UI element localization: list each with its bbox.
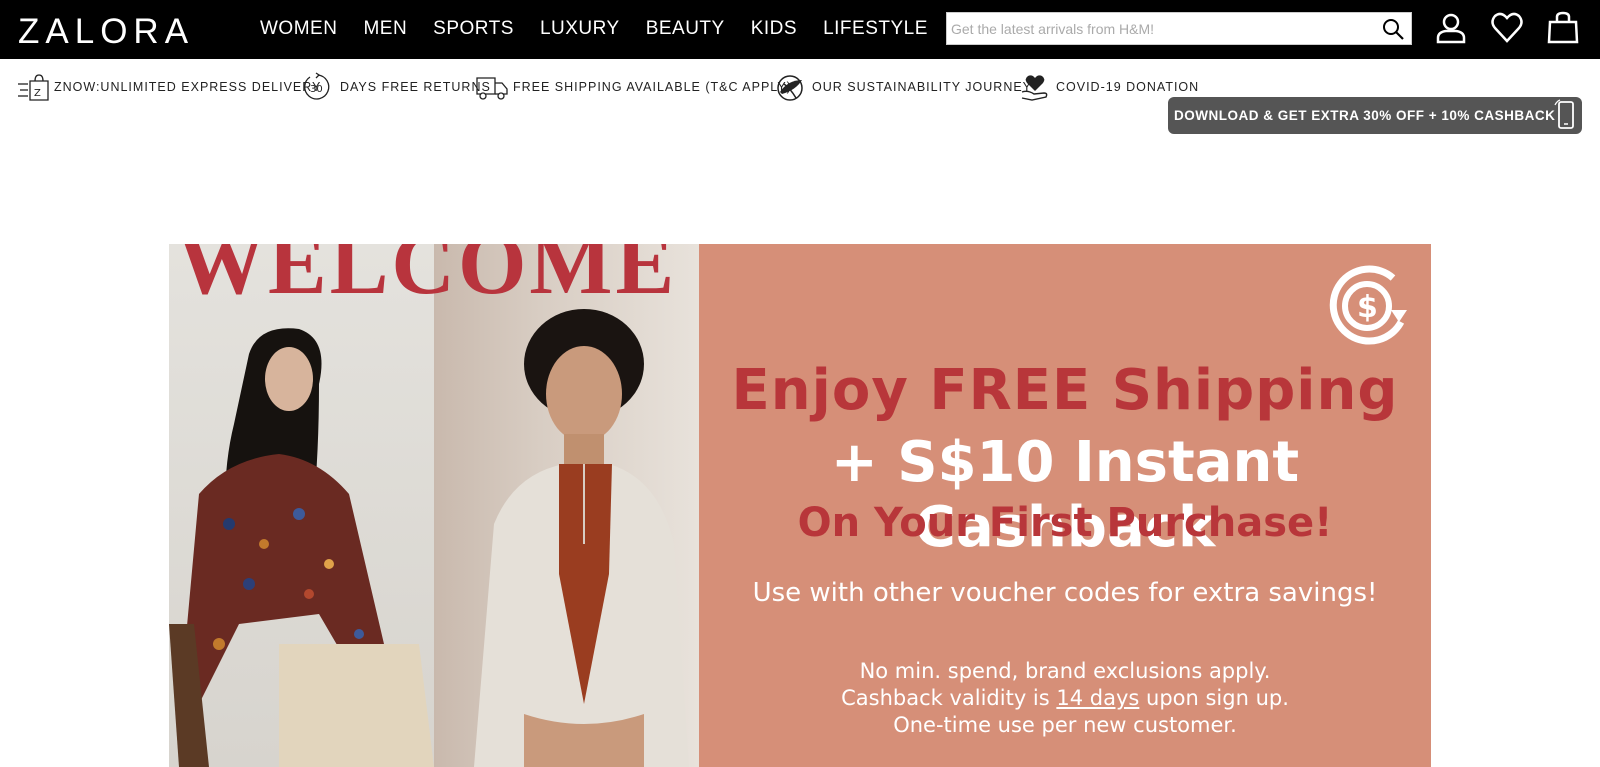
svg-text:30: 30 — [310, 84, 323, 95]
usp-label: DAYS FREE RETURNS — [340, 80, 491, 94]
zalora-logo[interactable]: ZALORA — [18, 12, 194, 52]
usp-label: FREE SHIPPING AVAILABLE (T&C APPLY) — [513, 80, 792, 94]
usp-sustainability[interactable]: OUR SUSTAINABILITY JOURNEY — [774, 70, 1032, 104]
nav-lifestyle[interactable]: LIFESTYLE — [823, 18, 928, 40]
fine-print-text: Cashback validity is — [841, 686, 1057, 710]
usp-free-returns[interactable]: 30 DAYS FREE RETURNS — [302, 70, 491, 104]
shopping-bag-icon[interactable] — [1546, 11, 1580, 45]
nav-beauty[interactable]: BEAUTY — [646, 18, 725, 40]
fine-print-text: upon sign up. — [1139, 686, 1289, 710]
model-man-photo — [434, 244, 699, 767]
usp-express-delivery[interactable]: Z ZNOW:UNLIMITED EXPRESS DELIVERY — [16, 70, 321, 104]
top-header: ZALORA WOMEN MEN SPORTS LUXURY BEAUTY KI… — [0, 0, 1600, 59]
nav-luxury[interactable]: LUXURY — [540, 18, 620, 40]
svg-text:Z: Z — [34, 88, 41, 99]
usp-free-shipping[interactable]: FREE SHIPPING AVAILABLE (T&C APPLY) — [475, 70, 792, 104]
wishlist-heart-icon[interactable] — [1490, 11, 1524, 45]
promo-fine-print: No min. spend, brand exclusions apply. C… — [699, 658, 1431, 739]
woman-illustration — [169, 328, 434, 767]
promo-line-voucher: Use with other voucher codes for extra s… — [752, 578, 1378, 608]
express-bag-icon: Z — [18, 74, 49, 101]
man-illustration — [474, 309, 689, 767]
delivery-truck-icon — [476, 77, 508, 100]
promo-panel: $ Enjoy FREE Shipping + S$10 Instant Cas… — [699, 244, 1431, 767]
hero-banner[interactable]: WELCOME $ Enjoy FREE Shipping + S$10 Ins… — [169, 244, 1431, 767]
app-banner-text: DOWNLOAD & GET EXTRA 30% OFF + 10% CASHB… — [1174, 108, 1556, 123]
nav-sports[interactable]: SPORTS — [433, 18, 514, 40]
thirty-days-icon: 30 — [304, 72, 330, 100]
fine-print-line: One-time use per new customer. — [893, 713, 1237, 737]
welcome-heading: WELCOME — [177, 244, 678, 313]
nav-men[interactable]: MEN — [363, 18, 407, 40]
account-icon[interactable] — [1434, 11, 1468, 45]
model-woman-photo — [169, 244, 434, 767]
nav-women[interactable]: WOMEN — [260, 18, 337, 40]
heart-hand-icon — [1021, 75, 1048, 101]
nav-kids[interactable]: KIDS — [751, 18, 797, 40]
fine-print-line: No min. spend, brand exclusions apply. — [859, 659, 1271, 683]
app-download-banner[interactable]: DOWNLOAD & GET EXTRA 30% OFF + 10% CASHB… — [1168, 97, 1582, 134]
globe-leaf-icon — [777, 75, 803, 101]
usp-label: OUR SUSTAINABILITY JOURNEY — [812, 80, 1033, 94]
cashback-coin-icon: $ — [1329, 265, 1407, 345]
search-box — [946, 12, 1412, 45]
svg-text:$: $ — [1357, 290, 1378, 325]
fine-print-line: Cashback validity is 14 days upon sign u… — [699, 685, 1431, 712]
promo-line-free-shipping: Enjoy FREE Shipping — [731, 358, 1399, 423]
usp-label: COVID-19 DONATION — [1056, 80, 1200, 94]
cashback-validity-link[interactable]: 14 days — [1056, 686, 1139, 710]
mobile-phone-icon — [1554, 99, 1574, 129]
main-nav: WOMEN MEN SPORTS LUXURY BEAUTY KIDS LIFE… — [260, 18, 928, 40]
promo-line-first-purchase: On Your First Purchase! — [797, 500, 1333, 546]
search-icon[interactable] — [1381, 17, 1405, 41]
usp-label: ZNOW:UNLIMITED EXPRESS DELIVERY — [54, 80, 322, 94]
search-input[interactable] — [947, 13, 1367, 44]
